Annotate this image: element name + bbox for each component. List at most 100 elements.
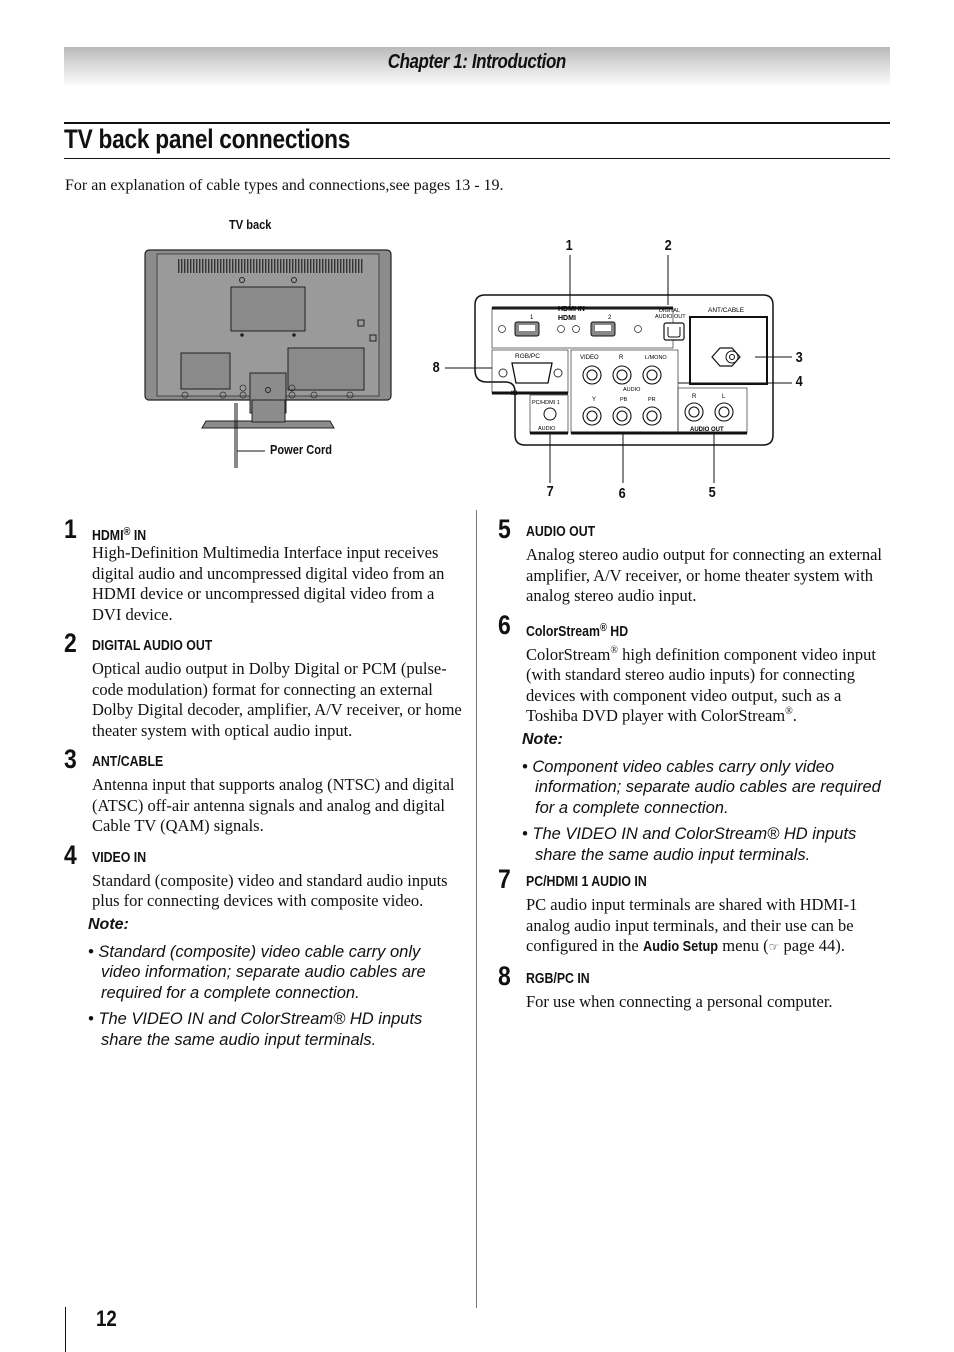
vent-slot [352,259,354,273]
vent-slot [331,259,333,273]
vent-slot [319,259,321,273]
vent-slot [184,259,186,273]
item-heading: HDMI® IN [92,526,147,544]
item-ant-cable: 3 ANT/CABLE Antenna input that supports … [64,744,464,837]
vent-slot [289,259,291,273]
vent-slot [310,259,312,273]
item-number: 8 [498,960,511,991]
note-item: • The VIDEO IN and ColorStream® HD input… [522,825,857,864]
chapter-header: Chapter 1: Introduction [387,51,567,73]
callout-7: 7 [546,483,554,500]
vent-slot [340,259,342,273]
audio-out-r-label: R [692,394,697,400]
pc-audio-label: AUDIO [538,426,556,432]
vent-slot [268,259,270,273]
vent-slot [223,259,225,273]
vent-grille [176,258,366,274]
item-rgb-pc-in: 8 RGB/PC IN For use when connecting a pe… [498,961,893,1013]
callout-2: 2 [664,237,672,254]
vent-slot [232,259,234,273]
left-column: 1 HDMI® IN High-Definition Multimedia In… [64,514,464,1056]
vent-slot [295,259,297,273]
vent-slot [181,259,183,273]
audio-setup-link: Audio Setup [642,938,718,955]
item-body: Analog stereo audio output for connectin… [526,545,883,605]
item-body: PC audio input terminals are shared with… [526,895,893,958]
vent-slot [178,259,180,273]
note-block: Note: • Component video cables carry onl… [522,731,893,866]
r-label: R [619,355,624,361]
vent-slot [316,259,318,273]
vent-slot [202,259,204,273]
item-number: 3 [64,744,77,774]
vent-slot [229,259,231,273]
intro-text: For an explanation of cable types and co… [65,177,504,194]
item-pc-hdmi1-audio-in: 7 PC/HDMI 1 AUDIO IN PC audio input term… [498,864,893,958]
vent-slot [337,259,339,273]
item-body: High-Definition Multimedia Interface inp… [92,543,445,624]
title-rule-bottom [64,158,890,159]
note-block: Note: • Standard (composite) video cable… [88,916,464,1051]
right-column: 5 AUDIO OUT Analog stereo audio output f… [498,514,893,1013]
audio-label: AUDIO [623,387,641,393]
pc-hdmi1-label: PC/HDMI 1 [532,400,560,406]
vent-slot [241,259,243,273]
item-heading: AUDIO OUT [526,524,596,540]
back-panel-closeup: HDMI IN HDMI 1 2 DIGITAL AUDIO OUT ANT/C… [445,255,792,483]
vent-slot [217,259,219,273]
vent-slot [325,259,327,273]
vent-slot [346,259,348,273]
vent-slot [304,259,306,273]
vent-slot [301,259,303,273]
l-mono-label: L/MONO [645,355,667,361]
item-body: For use when connecting a personal compu… [526,991,833,1011]
note-item: • Standard (composite) video cable carry… [88,942,426,1002]
hdmi-in-label: HDMI IN [558,306,585,313]
vent-slot [265,259,267,273]
vent-slot [199,259,201,273]
item-body: Antenna input that supports analog (NTSC… [92,775,455,835]
vent-slot [349,259,351,273]
vent-slot [262,259,264,273]
item-colorstream-hd: 6 ColorStream® HD ColorStream® high defi… [498,610,893,866]
vent-slot [334,259,336,273]
item-number: 2 [64,628,77,658]
vent-slot [328,259,330,273]
note-item: • Component video cables carry only vide… [522,757,881,817]
note-item: • The VIDEO IN and ColorStream® HD input… [88,1010,423,1049]
callout-4: 4 [795,373,803,390]
item-heading: DIGITAL AUDIO OUT [92,638,213,654]
callout-5: 5 [708,484,716,501]
callout-6: 6 [618,485,626,502]
vent-slot [196,259,198,273]
rgb-pc-label: RGB/PC [515,353,540,360]
vent-slot [187,259,189,273]
pr-label: PR [648,397,656,403]
vent-slot [277,259,279,273]
tv-back-illustration [144,249,392,468]
hdmi-logo: HDMI [558,315,576,322]
vent-slot [256,259,258,273]
callout-1: 1 [565,237,573,254]
vent-slot [271,259,273,273]
item-digital-audio-out: 2 DIGITAL AUDIO OUT Optical audio output… [64,628,464,741]
rgb-in-label: IN [511,390,518,397]
item-body: Standard (composite) video and standard … [92,870,448,911]
chapter-header-bar: Chapter 1: Introduction [64,47,890,85]
vent-slot [220,259,222,273]
pb-label: PB [620,397,628,403]
vent-slot [235,259,237,273]
vent-slot [211,259,213,273]
audio-out-label: AUDIO OUT [690,427,724,433]
item-heading: RGB/PC IN [526,970,590,987]
item-number: 1 [64,514,77,544]
ant-cable-label: ANT/CABLE [708,307,745,314]
vent-slot [250,259,252,273]
callout-8: 8 [432,359,440,376]
item-number: 6 [498,609,511,640]
item-heading: ANT/CABLE [92,754,164,770]
item-heading: VIDEO IN [92,849,147,866]
item-heading: ColorStream® HD [526,621,629,640]
callout-3: 3 [795,349,803,366]
vent-slot [244,259,246,273]
